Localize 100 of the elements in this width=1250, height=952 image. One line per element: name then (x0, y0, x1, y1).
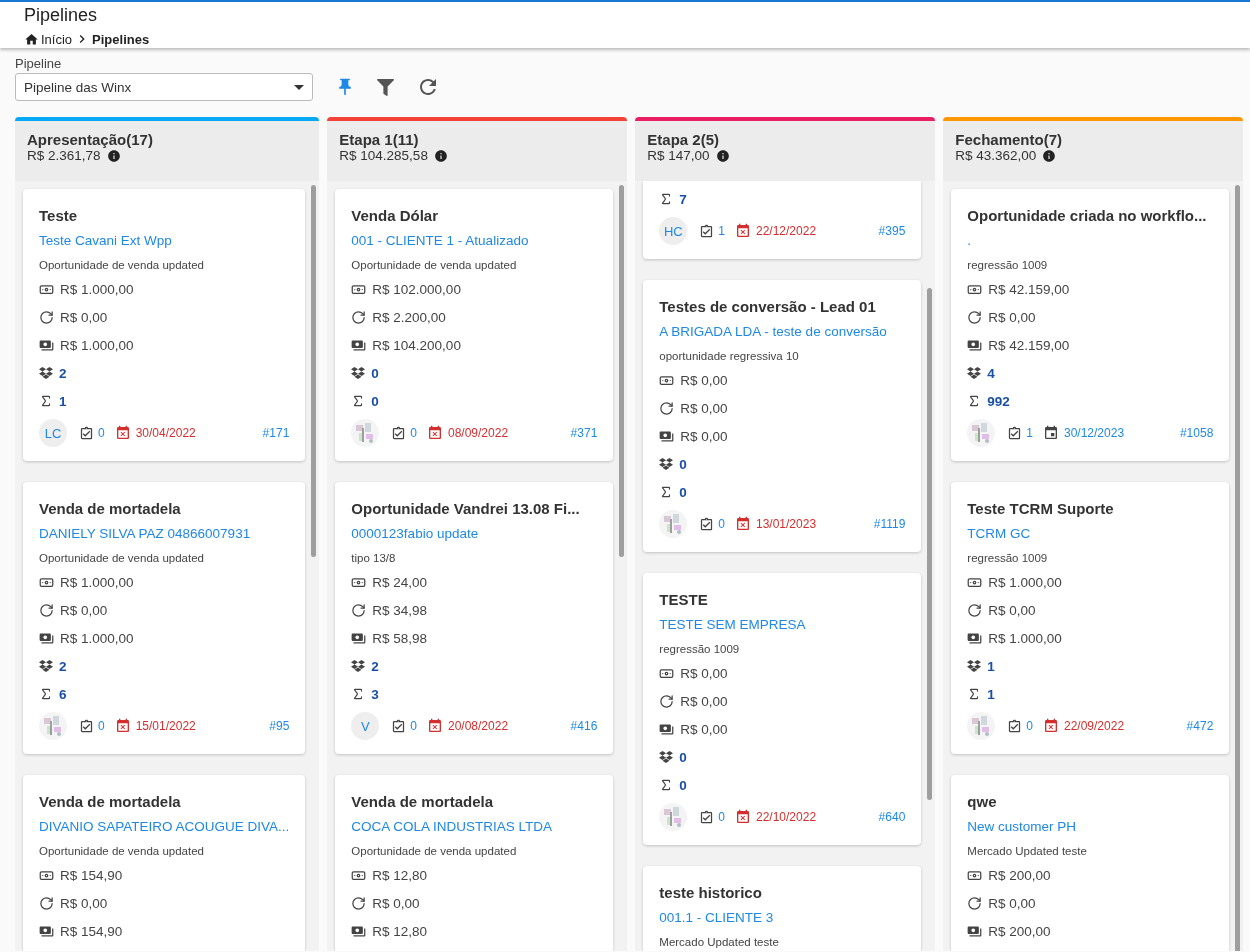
tasks-count: 0 (98, 426, 105, 440)
tasks-count: 0 (98, 719, 105, 733)
company-link[interactable]: DANIELY SILVA PAZ 04866007931 (39, 526, 251, 541)
deal-title: TESTE (659, 590, 709, 610)
column-title: Etapa 1(11) (339, 131, 420, 148)
refresh-icon (351, 309, 367, 325)
deal-title: Venda de mortadela (39, 792, 182, 812)
company-link[interactable]: COCA COLA INDUSTRIAS LTDA (351, 819, 553, 834)
products-count: 0 (679, 749, 687, 765)
company-link[interactable]: 0000123fabio update (351, 526, 479, 541)
scrollbar[interactable] (619, 185, 625, 557)
products-count: 2 (371, 658, 379, 674)
amount-text: R$ 1.000,00 (60, 281, 134, 297)
amount-text: R$ 34,98 (372, 602, 428, 618)
refresh-icon (659, 400, 675, 416)
sum-count: 3 (371, 686, 379, 702)
deal-card[interactable]: Oportunidade Vandrei 13.08 Fi... 0000123fabio update tipo 13/8 R$ 24,00 R$ 34,98 R$ 58,98 2 3 V 0 20/08/2022 #416 (335, 482, 614, 754)
deal-card[interactable]: Venda de mortadela COCA COLA INDUSTRIAS LTDA Oportunidade de venda updated R$ 12,80 R$ 0,00 R$ 12,80 (335, 775, 614, 951)
amount-text: R$ 154,90 (60, 923, 123, 939)
company-link[interactable]: TESTE SEM EMPRESA (659, 617, 806, 632)
column-total: R$ 2.361,78 (27, 148, 101, 163)
amount-text: R$ 58,98 (372, 630, 428, 646)
due-date: 15/01/2022 (135, 719, 196, 733)
deal-card[interactable]: 7 HC 1 22/12/2022 #395 (643, 181, 922, 259)
field-label: Pipeline (15, 56, 63, 71)
scrollbar[interactable] (311, 185, 317, 557)
deal-id: #1119 (873, 517, 906, 531)
avatar: LC (39, 419, 67, 447)
deal-description: Mercado Updated teste (967, 844, 1088, 859)
deal-description: regressão 1009 (967, 258, 1049, 273)
tasks-count: 1 (1026, 426, 1033, 440)
deal-card[interactable]: Venda Dólar 001 - CLIENTE 1 - Atualizado Oportunidade de venda updated R$ 102.000,00 R$ 2.200,00 R$ 104.200,00 0 0 0 08/09/2022 #371 (335, 189, 614, 461)
company-link[interactable]: 001 - CLIENTE 1 - Atualizado (351, 233, 529, 248)
clipboard-check-icon (1007, 425, 1023, 441)
amount-text: R$ 0,00 (988, 895, 1036, 911)
avatar: HC (659, 217, 688, 245)
column-total: R$ 147,00 (647, 148, 710, 163)
sum-count: 1 (987, 686, 995, 702)
clipboard-check-icon (79, 425, 94, 441)
deal-title: Oportunidade Vandrei 13.08 Fi... (351, 499, 581, 519)
calendar-alert-icon (735, 516, 751, 532)
refresh-icon (39, 602, 54, 618)
deal-card[interactable]: teste historico 001.1 - CLIENTE 3 Mercado Updated teste (643, 866, 922, 951)
company-link[interactable]: A BRIGADA LDA - teste de conversão (659, 324, 887, 339)
deal-description: Oportunidade de venda updated (351, 258, 518, 273)
company-link[interactable]: Teste Cavani Ext Wpp (39, 233, 172, 248)
deal-title: Teste TCRM Suporte (967, 499, 1115, 519)
amount-text: R$ 0,00 (680, 665, 728, 681)
pipeline-select[interactable]: Pipeline das Winx (15, 73, 313, 101)
deal-description: Oportunidade de venda updated (39, 551, 205, 566)
deal-card[interactable]: Oportunidade criada no workflo... . regressão 1009 R$ 42.159,00 R$ 0,00 R$ 42.159,00 4 992 1 30/12/2023 #1058 (951, 189, 1230, 461)
column-title: Apresentação(17) (27, 131, 154, 148)
refresh-icon (967, 895, 983, 911)
boxes-icon (659, 750, 674, 764)
refresh-icon (351, 895, 367, 911)
clipboard-check-icon (391, 718, 407, 734)
refresh-icon (39, 895, 54, 911)
scrollbar[interactable] (927, 288, 933, 800)
amount-text: R$ 0,00 (680, 693, 728, 709)
due-date: 20/08/2022 (448, 719, 509, 733)
amount-text: R$ 0,00 (60, 602, 108, 618)
amount-text: R$ 1.000,00 (988, 630, 1062, 646)
deal-card[interactable]: Teste TCRM Suporte TCRM GC regressão 1009 R$ 1.000,00 R$ 0,00 R$ 1.000,00 1 1 0 22/09/2022 #472 (951, 482, 1230, 754)
company-link[interactable]: DIVANIO SAPATEIRO ACOUGUE DIVA... (39, 819, 290, 834)
clipboard-check-icon (699, 809, 715, 825)
refresh-icon (967, 309, 983, 325)
amount-text: R$ 24,00 (372, 574, 428, 590)
deal-card[interactable]: TESTE TESTE SEM EMPRESA regressão 1009 R$ 0,00 R$ 0,00 R$ 0,00 0 0 0 22/10/2022 #640 (643, 573, 922, 845)
info-icon (1042, 148, 1057, 163)
boxes-icon (659, 457, 674, 471)
scrollbar[interactable] (1235, 185, 1241, 951)
sum-count: 0 (679, 484, 687, 500)
products-count: 0 (371, 365, 379, 381)
filter-icon[interactable] (377, 78, 394, 96)
company-link[interactable]: . (967, 233, 972, 248)
clipboard-check-icon (1007, 718, 1023, 734)
deal-title: Testes de conversão - Lead 01 (659, 297, 877, 317)
amount-text: R$ 1.000,00 (988, 574, 1062, 590)
deal-card[interactable]: qwe New customer PH Mercado Updated teste R$ 200,00 R$ 0,00 R$ 200,00 (951, 775, 1230, 951)
company-link[interactable]: New customer PH (967, 819, 1077, 834)
deal-id: #171 (262, 426, 290, 440)
deal-card[interactable]: Venda de mortadela DIVANIO SAPATEIRO ACOUGUE DIVA... Oportunidade de venda updated R$ 154,90 R$ 0,00 R$ 154,90 (23, 775, 306, 951)
company-link[interactable]: TCRM GC (967, 526, 1031, 541)
deal-card[interactable]: Testes de conversão - Lead 01 A BRIGADA LDA - teste de conversão oportunidade regressiva 10 R$ 0,00 R$ 0,00 R$ 0,00 0 0 0 13/01/2023 #1119 (643, 280, 922, 552)
amount-text: R$ 2.200,00 (372, 309, 446, 325)
due-date: 22/12/2022 (756, 224, 817, 238)
sum-count: 7 (679, 191, 687, 207)
amount-text: R$ 12,80 (372, 923, 428, 939)
due-date: 13/01/2023 (756, 517, 817, 531)
amount-text: R$ 0,00 (988, 602, 1036, 618)
sum-count: 992 (987, 393, 1010, 409)
clipboard-check-icon (79, 718, 94, 734)
company-link[interactable]: 001.1 - CLIENTE 3 (659, 910, 774, 925)
clipboard-check-icon (391, 425, 407, 441)
sigma-icon (39, 687, 53, 701)
deal-card[interactable]: Venda de mortadela DANIELY SILVA PAZ 04866007931 Oportunidade de venda updated R$ 1.000,00 R$ 0,00 R$ 1.000,00 2 6 0 15/01/2022 #95 (23, 482, 306, 754)
deal-title: qwe (967, 792, 998, 812)
breadcrumb-link[interactable]: Início (41, 31, 73, 47)
deal-id: #640 (878, 810, 906, 824)
deal-card[interactable]: Teste Teste Cavani Ext Wpp Oportunidade de venda updated R$ 1.000,00 R$ 0,00 R$ 1.000,00 2 1 LC 0 30/04/2022 #171 (23, 189, 306, 461)
